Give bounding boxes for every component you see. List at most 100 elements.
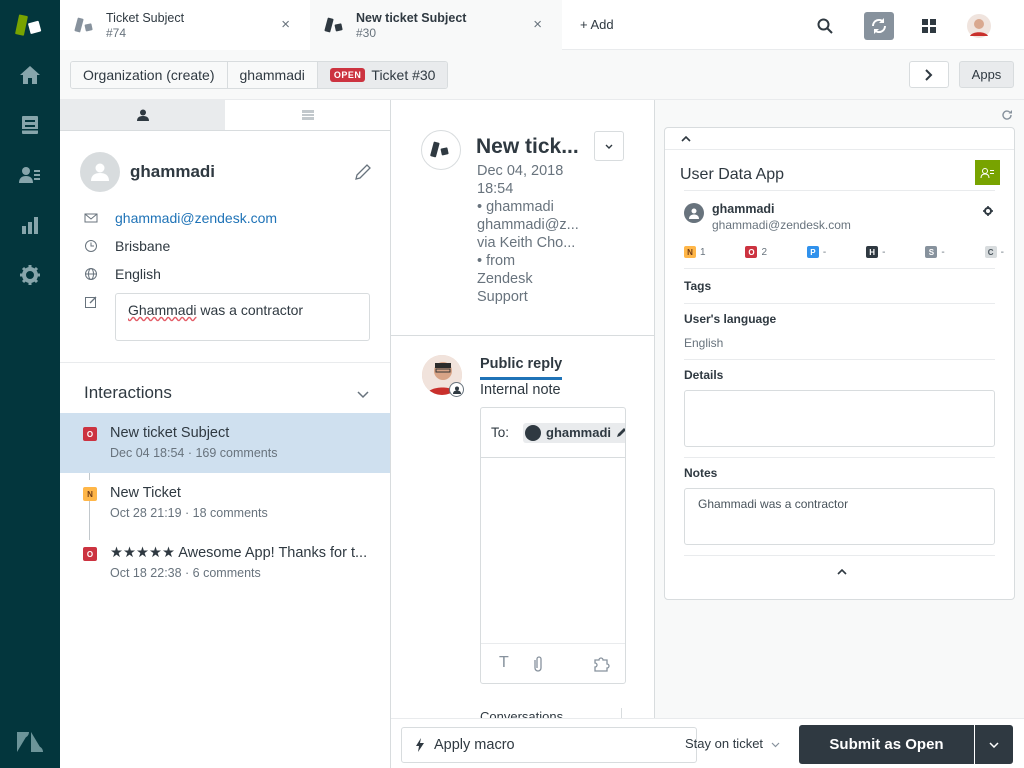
refresh-icon[interactable] [1001, 108, 1013, 124]
zendesk-support-logo-icon[interactable] [15, 12, 45, 38]
user-avatar [80, 152, 120, 192]
divider [684, 268, 995, 269]
product-nav [0, 0, 60, 768]
interaction-item[interactable]: O ★★★★★ Awesome App! Thanks for t... Oct… [60, 533, 390, 593]
chevron-down-icon [989, 741, 999, 748]
user-data-app-card: User Data App ghammadi ghammadi@zendesk.… [664, 127, 1015, 600]
recipient-avatar [525, 424, 542, 441]
paperclip-icon[interactable] [532, 655, 544, 673]
collapse-chevron-up-icon[interactable] [681, 131, 691, 145]
breadcrumb-user[interactable]: ghammadi [227, 62, 318, 88]
tab-public-reply[interactable]: Public reply [480, 356, 563, 380]
user-language: English [115, 266, 161, 282]
count-pending[interactable]: P- [806, 246, 827, 258]
ticket-meta-line: • from [477, 253, 516, 269]
breadcrumb-organization[interactable]: Organization (create) [71, 62, 228, 88]
apply-macro-label: Apply macro [434, 737, 515, 753]
ticket-options-dropdown[interactable] [594, 131, 624, 161]
tab-user[interactable] [60, 100, 225, 130]
user-email-link[interactable]: ghammadi@zendesk.com [115, 210, 277, 226]
ticket-meta-line: ghammadi@z... [477, 217, 579, 233]
chevron-down-icon[interactable] [357, 386, 369, 402]
ticket-channel-icon [421, 130, 461, 170]
user-icon [136, 109, 149, 121]
app-logo-icon [975, 160, 1000, 185]
breadcrumb-ticket[interactable]: OPEN Ticket #30 [317, 62, 448, 88]
edit-pencil-icon[interactable] [354, 163, 372, 184]
count-new[interactable]: N1 [684, 246, 706, 258]
ticket-status-counts: N1 O2 P- H- S- C- [684, 246, 1004, 258]
details-textarea[interactable] [684, 390, 995, 447]
apply-macro-button[interactable]: Apply macro [401, 727, 697, 763]
stay-on-ticket-dropdown[interactable]: Stay on ticket [685, 736, 780, 751]
breadcrumb: Organization (create) ghammadi OPEN Tick… [70, 61, 449, 89]
count-value: 1 [700, 246, 706, 258]
apps-grid-icon[interactable] [914, 12, 944, 40]
interaction-meta: Oct 18 22:38 · 6 comments [110, 566, 261, 580]
recipient-chip[interactable]: ghammadi [523, 422, 626, 443]
reply-text-area[interactable] [481, 458, 625, 644]
gear-icon[interactable] [18, 263, 42, 287]
tab-ticket-30[interactable]: New ticket Subject #30 × [310, 0, 562, 50]
ticket-meta-line: Support [477, 289, 528, 305]
count-closed[interactable]: C- [984, 246, 1004, 258]
ticket-meta-line: via Keith Cho... [477, 235, 576, 251]
count-value: 2 [761, 246, 768, 258]
chevron-down-icon [605, 144, 613, 149]
count-open[interactable]: O2 [745, 246, 767, 258]
puzzle-app-icon[interactable] [593, 656, 611, 672]
bar-chart-icon[interactable] [18, 213, 42, 237]
submit-button[interactable]: Submit as Open [799, 725, 974, 764]
apps-button[interactable]: Apps [959, 61, 1014, 88]
home-icon[interactable] [18, 63, 42, 87]
ticket-meta-line: 18:54 [477, 181, 514, 197]
user-avatar [684, 203, 704, 223]
details-label: Details [684, 368, 724, 382]
tab-subtitle: #30 [356, 25, 377, 40]
divider [684, 555, 995, 556]
tab-ticket-74[interactable]: Ticket Subject #74 × [60, 0, 310, 50]
ticket-footer: Apply macro Stay on ticket Submit as Ope… [391, 718, 1024, 768]
collapse-chevron-up-icon[interactable] [837, 564, 847, 578]
tags-label: Tags [684, 279, 712, 293]
ticket-meta-line: Dec 04, 2018 [477, 163, 564, 179]
edit-pencil-icon[interactable] [616, 427, 626, 438]
sync-icon[interactable] [864, 12, 894, 40]
submit-options-dropdown[interactable] [975, 725, 1013, 764]
divider [621, 708, 622, 718]
user-avatar[interactable] [964, 12, 994, 40]
conversations-label[interactable]: Conversations [480, 710, 563, 718]
count-solved[interactable]: S- [925, 246, 945, 258]
interactions-title: Interactions [84, 383, 172, 402]
notes-textarea[interactable]: Ghammadi was a contractor [684, 488, 995, 545]
inbox-icon[interactable] [18, 113, 42, 137]
breadcrumb-bar: Organization (create) ghammadi OPEN Tick… [60, 50, 1024, 100]
user-notes-field[interactable]: Ghammadi was a contractor [115, 293, 370, 341]
divider [391, 335, 654, 336]
zendesk-logo-icon [16, 731, 44, 753]
add-tab-button[interactable]: + Add [580, 17, 614, 32]
search-icon[interactable] [810, 12, 840, 40]
top-bar: Ticket Subject #74 × New ticket Subject … [60, 0, 1024, 50]
divider [684, 190, 995, 191]
count-hold[interactable]: H- [866, 246, 885, 258]
gear-icon[interactable] [983, 203, 993, 219]
tab-organization[interactable] [225, 100, 390, 130]
close-icon[interactable]: × [533, 16, 542, 33]
next-button[interactable] [909, 61, 949, 88]
status-badge: P [806, 246, 819, 258]
close-icon[interactable]: × [281, 16, 290, 33]
chevron-down-icon [771, 742, 780, 748]
app-title: User Data App [680, 166, 785, 183]
interaction-item[interactable]: N New Ticket Oct 28 21:19 · 18 comments [60, 473, 390, 533]
composer-toolbar: T [481, 643, 625, 683]
envelope-icon [84, 213, 98, 223]
count-value: - [822, 246, 827, 258]
customer-list-icon[interactable] [18, 163, 42, 187]
status-badge: S [925, 246, 938, 258]
tab-internal-note[interactable]: Internal note [480, 382, 561, 398]
interaction-item[interactable]: O New ticket Subject Dec 04 18:54 · 169 … [60, 413, 390, 473]
notes-misspelled-word: Ghammadi [128, 302, 197, 318]
text-format-icon[interactable]: T [499, 654, 509, 672]
user-timezone: Brisbane [115, 238, 171, 254]
